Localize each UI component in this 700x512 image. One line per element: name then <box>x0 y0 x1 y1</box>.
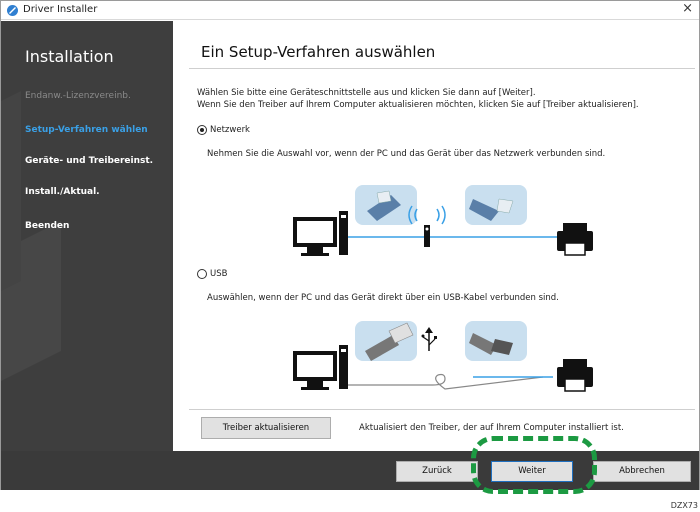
network-option[interactable]: Netzwerk <box>197 125 250 135</box>
network-label: Netzwerk <box>210 125 250 135</box>
usb-illustration <box>293 321 593 392</box>
network-illustration <box>293 185 593 256</box>
lan-cable-right-icon <box>465 185 527 225</box>
usb-symbol-icon <box>421 327 437 351</box>
printer-icon <box>557 359 593 392</box>
sidebar-item-device-driver-settings: Geräte- und Treibereinst. <box>25 156 154 166</box>
sidebar-item-license: Endanw.-Lizenzvereinb. <box>25 91 131 101</box>
usb-b-plug-icon <box>465 321 527 361</box>
intro-text: Wählen Sie bitte eine Geräteschnittstell… <box>197 87 639 111</box>
sidebar-item-install-update: Install./Aktual. <box>25 187 100 197</box>
sidebar-decoration <box>1 91 61 381</box>
sidebar-item-setup-method: Setup-Verfahren wählen <box>25 125 148 135</box>
sidebar-item-finish: Beenden <box>25 221 70 231</box>
cancel-button[interactable]: Abbrechen <box>593 461 691 482</box>
installer-app-icon <box>7 5 18 16</box>
usb-a-plug-icon <box>355 321 417 361</box>
footer-bar: Zurück Weiter Abbrechen <box>1 451 699 490</box>
sidebar-title: Installation <box>25 47 114 66</box>
main-panel: Ein Setup-Verfahren auswählen Wählen Sie… <box>173 21 699 451</box>
network-radio[interactable] <box>197 125 207 135</box>
computer-icon <box>293 211 348 256</box>
title-bar: Driver Installer × <box>1 1 699 20</box>
usb-option[interactable]: USB <box>197 269 227 279</box>
close-icon[interactable]: × <box>682 1 693 16</box>
step-sidebar: Installation Endanw.-Lizenzvereinb. Setu… <box>1 21 173 451</box>
next-button[interactable]: Weiter <box>491 461 573 482</box>
printer-icon <box>557 223 593 256</box>
usb-description: Auswählen, wenn der PC und das Gerät dir… <box>207 293 559 303</box>
installer-window: Driver Installer × Installation Endanw.-… <box>0 0 700 490</box>
back-button[interactable]: Zurück <box>396 461 478 482</box>
figure-code: DZX73 <box>670 501 698 510</box>
network-description: Nehmen Sie die Auswahl vor, wenn der PC … <box>207 149 606 159</box>
lan-cable-left-icon <box>355 185 417 225</box>
intro-line-2: Wenn Sie den Treiber auf Ihrem Computer … <box>197 100 639 110</box>
bottom-divider <box>189 409 695 410</box>
usb-radio[interactable] <box>197 269 207 279</box>
window-title: Driver Installer <box>23 4 98 15</box>
intro-line-1: Wählen Sie bitte eine Geräteschnittstell… <box>197 88 536 98</box>
title-divider <box>189 68 695 69</box>
page-title: Ein Setup-Verfahren auswählen <box>201 43 436 61</box>
update-driver-button[interactable]: Treiber aktualisieren <box>201 417 331 439</box>
computer-icon <box>293 345 348 390</box>
update-driver-description: Aktualisiert den Treiber, der auf Ihrem … <box>359 423 624 433</box>
usb-label: USB <box>210 269 228 279</box>
